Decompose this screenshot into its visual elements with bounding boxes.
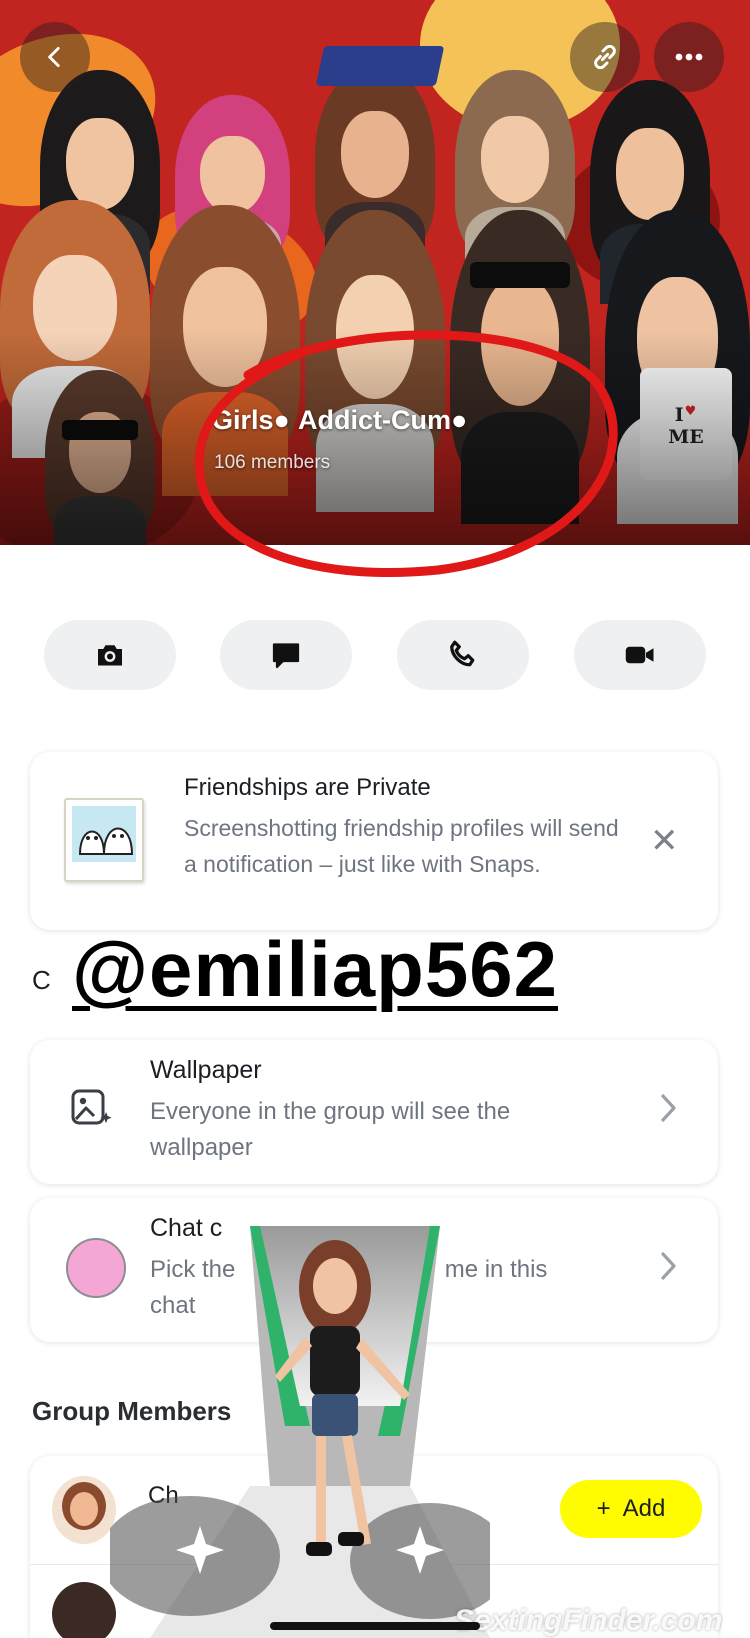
username-watermark: @emiliap562 — [72, 925, 558, 1013]
add-friend-button[interactable]: + Add — [560, 1480, 702, 1538]
back-button[interactable] — [20, 22, 90, 92]
camera-button[interactable] — [44, 620, 176, 690]
notice-title: Friendships are Private — [184, 774, 431, 801]
more-dots-icon — [675, 53, 703, 61]
sunglasses — [470, 262, 570, 288]
wallpaper-description: Everyone in the group will see the wallp… — [150, 1098, 511, 1161]
chat-button[interactable] — [220, 620, 352, 690]
chevron-left-icon — [48, 46, 60, 68]
avatar[interactable] — [52, 1582, 116, 1638]
more-options-button[interactable] — [654, 22, 724, 92]
wallpaper-title: Wallpaper — [150, 1056, 262, 1084]
video-call-button[interactable] — [574, 620, 706, 690]
plus-icon: + — [596, 1495, 611, 1522]
wallpaper-setting[interactable]: Wallpaper Everyone in the group will see… — [30, 1040, 718, 1184]
phone-icon — [450, 640, 475, 667]
home-indicator[interactable] — [270, 1622, 480, 1630]
call-button[interactable] — [397, 620, 529, 690]
annotation-red-circle — [194, 330, 618, 577]
friendship-privacy-notice: Friendships are Private Screenshotting f… — [30, 752, 718, 930]
quick-actions-row — [44, 620, 706, 690]
graduation-cap — [315, 46, 445, 86]
chevron-right-icon — [661, 1252, 676, 1280]
chat-bubble-icon — [272, 643, 300, 669]
video-camera-icon — [625, 646, 654, 664]
wallpaper-sparkle-icon — [71, 1089, 112, 1125]
link-icon — [594, 44, 616, 70]
runway-bitmoji-sticker — [110, 1226, 490, 1638]
chevron-right-icon — [661, 1094, 676, 1122]
notice-description: Screenshotting friendship profiles will … — [184, 815, 619, 877]
share-link-button[interactable] — [570, 22, 640, 92]
site-watermark: SextingFinder.com — [454, 1604, 723, 1637]
avatar[interactable] — [52, 1476, 116, 1544]
camera-icon — [98, 645, 122, 666]
ghost-friends-illustration — [64, 798, 144, 882]
section-label-partial: C — [32, 965, 51, 995]
close-icon[interactable]: ✕ — [650, 824, 679, 858]
